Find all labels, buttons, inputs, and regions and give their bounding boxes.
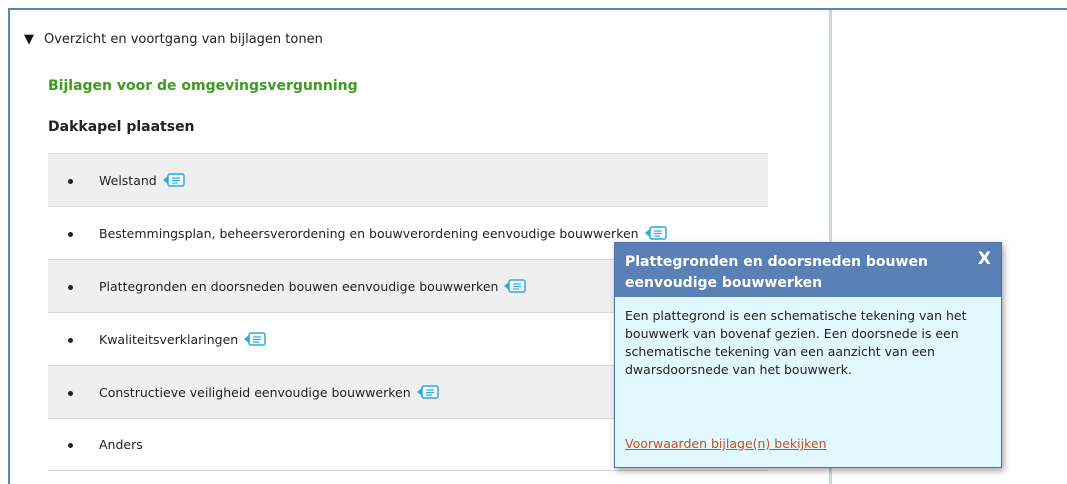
bullet-icon: [68, 284, 73, 290]
popup-header: Plattegronden en doorsneden bouwen eenvo…: [615, 243, 1001, 297]
overview-toggle-label: Overzicht en voortgang van bijlagen tone…: [44, 32, 323, 47]
list-item-label: Anders: [99, 437, 143, 452]
list-item-label: Plattegronden en doorsneden bouwen eenvo…: [99, 278, 499, 294]
bullet-icon: [68, 178, 73, 184]
info-balloon-icon[interactable]: [244, 332, 266, 346]
info-popup: Plattegronden en doorsneden bouwen eenvo…: [614, 242, 1002, 468]
list-item: Welstand: [48, 153, 768, 206]
info-balloon-icon[interactable]: [416, 385, 439, 399]
group-title: Dakkapel plaatsen: [48, 119, 195, 135]
list-item-label: Welstand: [99, 172, 157, 188]
overview-toggle[interactable]: ▼ Overzicht en voortgang van bijlagen to…: [24, 32, 323, 47]
bullet-icon: [68, 337, 73, 343]
info-balloon-icon[interactable]: [504, 279, 527, 293]
info-balloon-icon[interactable]: [162, 173, 185, 187]
bullet-icon: [68, 443, 73, 448]
info-balloon-icon[interactable]: [644, 226, 667, 240]
close-button[interactable]: X: [978, 249, 991, 270]
triangle-down-icon: ▼: [24, 32, 34, 47]
section-title: Bijlagen voor de omgevingsvergunning: [48, 78, 358, 94]
list-item-label: Constructieve veiligheid eenvoudige bouw…: [99, 384, 411, 400]
popup-title: Plattegronden en doorsneden bouwen eenvo…: [625, 254, 928, 291]
list-item-label: Kwaliteitsverklaringen: [99, 331, 239, 347]
popup-body: Een plattegrond is een schematische teke…: [625, 308, 967, 377]
bullet-icon: [68, 390, 73, 396]
view-conditions-link[interactable]: Voorwaarden bijlage(n) bekijken: [625, 436, 827, 451]
bullet-icon: [68, 231, 73, 237]
list-item-label: Bestemmingsplan, beheersverordening en b…: [99, 225, 639, 241]
